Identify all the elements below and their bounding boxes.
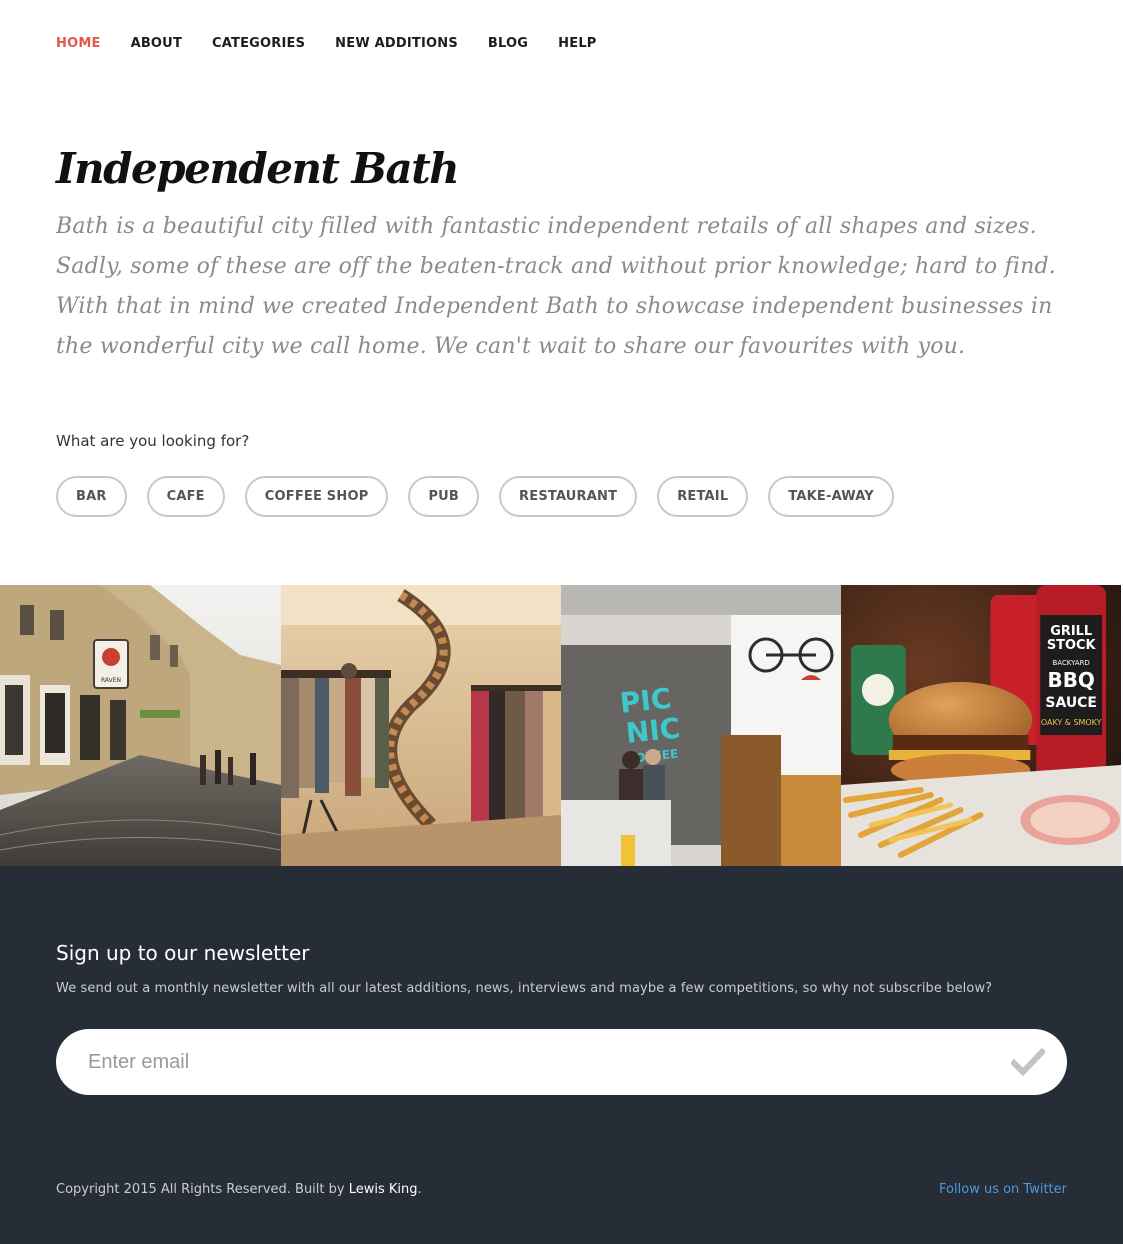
svg-text:NIC: NIC [624, 711, 682, 750]
nav-blog[interactable]: BLOG [488, 36, 528, 52]
intro-text: Bath is a beautiful city filled with fan… [56, 214, 1056, 359]
filter-cafe-button[interactable]: CAFE [146, 476, 225, 517]
email-input[interactable] [88, 1029, 988, 1095]
coffee-shop-photo[interactable]: PIC NIC COFFEE [561, 585, 841, 866]
burger-photo[interactable]: GRILL STOCK BACKYARD BBQ SAUCE OAKY & SM… [841, 585, 1121, 866]
copyright-prefix: Copyright 2015 All Rights Reserved. Buil… [56, 1182, 349, 1197]
copyright-text: Copyright 2015 All Rights Reserved. Buil… [56, 1182, 422, 1197]
category-filters: BAR CAFE COFFEE SHOP PUB RESTAURANT RETA… [56, 476, 914, 517]
newsletter-description: We send out a monthly newsletter with al… [56, 981, 993, 996]
svg-text:GRILL: GRILL [1050, 624, 1092, 639]
filter-restaurant-button[interactable]: RESTAURANT [499, 476, 638, 517]
nav-home[interactable]: HOME [56, 36, 101, 52]
filter-retail-button[interactable]: RETAIL [657, 476, 749, 517]
newsletter-title: Sign up to our newsletter [56, 941, 310, 965]
page-title: Independent Bath [56, 144, 460, 193]
filter-take-away-button[interactable]: TAKE-AWAY [768, 476, 894, 517]
svg-text:SAUCE: SAUCE [1045, 695, 1096, 711]
filter-bar-button[interactable]: BAR [56, 476, 127, 517]
twitter-link[interactable]: Follow us on Twitter [939, 1182, 1067, 1197]
author-link[interactable]: Lewis King [349, 1182, 418, 1197]
checkmark-icon[interactable] [1009, 1047, 1047, 1077]
nav-about[interactable]: ABOUT [131, 36, 182, 52]
nav-categories[interactable]: CATEGORIES [212, 36, 305, 52]
filter-pub-button[interactable]: PUB [408, 476, 480, 517]
street-photo[interactable]: RAVEN [0, 585, 281, 866]
main-nav: HOME ABOUT CATEGORIES NEW ADDITIONS BLOG… [56, 36, 627, 52]
nav-help[interactable]: HELP [558, 36, 596, 52]
svg-text:BACKYARD: BACKYARD [1053, 659, 1090, 667]
svg-text:BBQ: BBQ [1048, 668, 1095, 692]
vintage-shop-photo[interactable] [281, 585, 561, 866]
email-signup-form [56, 1029, 1067, 1095]
nav-new-additions[interactable]: NEW ADDITIONS [335, 36, 458, 52]
svg-text:STOCK: STOCK [1047, 638, 1097, 653]
svg-text:RAVEN: RAVEN [101, 677, 121, 684]
filter-coffee-shop-button[interactable]: COFFEE SHOP [244, 476, 389, 517]
photo-gallery: RAVEN PIC NIC GRILL STOCK BACKYARD BBQ S… [0, 585, 1123, 866]
footer: Sign up to our newsletter We send out a … [0, 866, 1123, 1244]
copyright-suffix: . [417, 1182, 422, 1197]
svg-text:OAKY & SMOKY: OAKY & SMOKY [1041, 718, 1102, 727]
filter-label: What are you looking for? [56, 432, 250, 450]
